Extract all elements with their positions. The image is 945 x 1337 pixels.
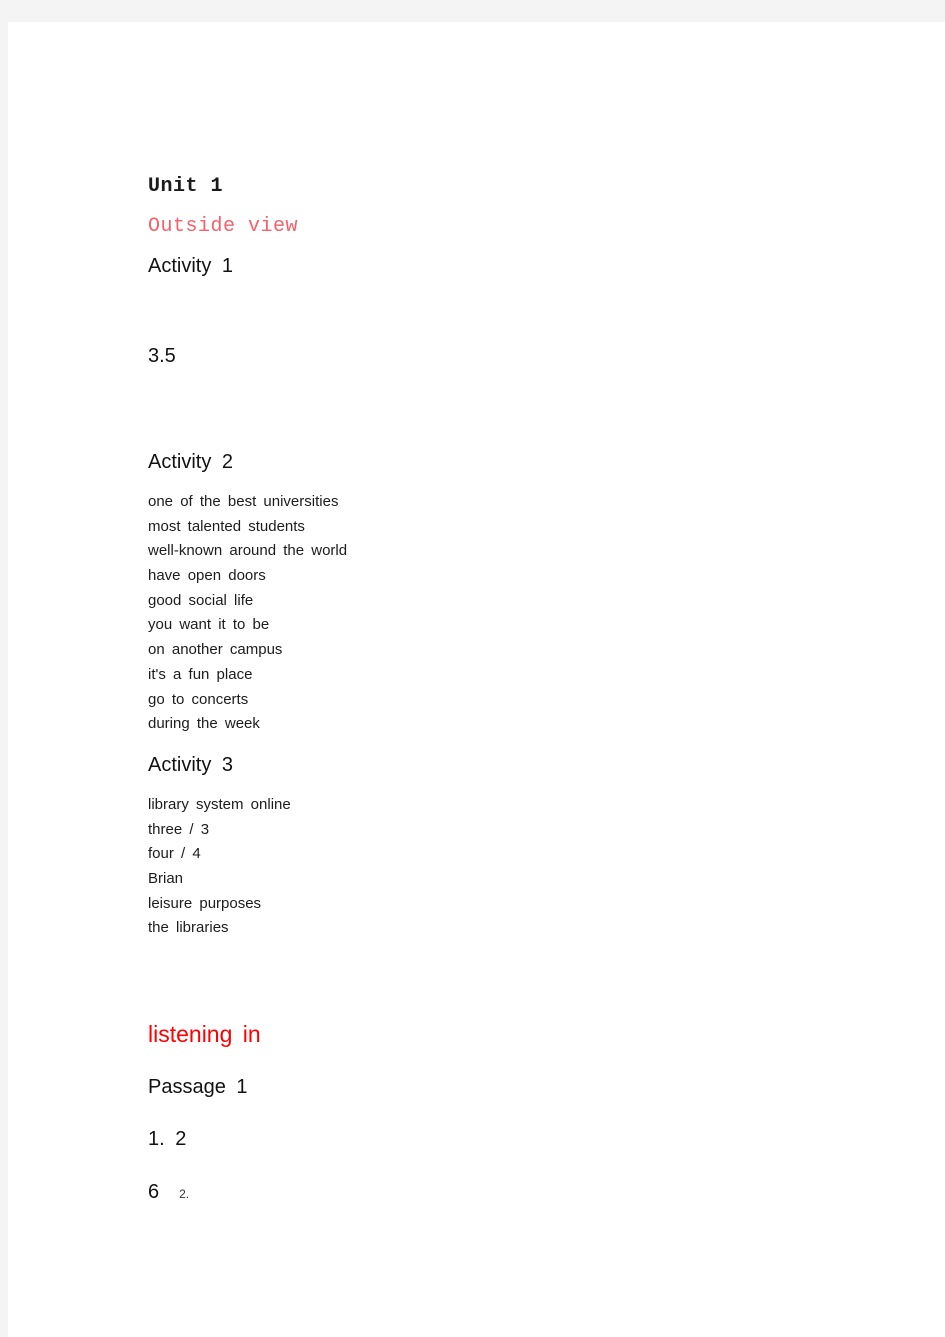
list-item: go to concerts: [148, 690, 249, 708]
activity-2-heading: Activity 2: [148, 451, 234, 473]
list-item: well-known around the world: [148, 542, 348, 560]
activity-1-heading: Activity 1: [148, 255, 234, 277]
list-item: during the week: [148, 715, 260, 733]
list-item: the libraries: [148, 919, 229, 937]
document-page: Unit 1 Outside view Activity 1 3.5 Activ…: [8, 22, 945, 1337]
answer-number-big: 6: [148, 1181, 160, 1203]
passage-1-heading: Passage 1: [148, 1076, 248, 1098]
list-item: four / 4: [148, 845, 201, 863]
list-item: leisure purposes: [148, 894, 262, 912]
section-heading-outside-view: Outside view: [148, 215, 299, 238]
list-item: library system online: [148, 795, 291, 813]
answer-number-small: 2.: [179, 1187, 190, 1201]
list-item: on another campus: [148, 641, 283, 659]
activity-1-answer: 3.5: [148, 345, 176, 367]
activity-3-heading: Activity 3: [148, 753, 234, 776]
document-content: Unit 1 Outside view Activity 1 3.5 Activ…: [148, 172, 848, 1207]
unit-title: Unit 1: [148, 175, 224, 198]
list-item: have open doors: [148, 567, 266, 585]
list-item: three / 3: [148, 820, 210, 838]
list-item: one of the best universities: [148, 493, 339, 510]
passage-1-last-line: 6 2.: [148, 1177, 848, 1207]
section-heading-listening-in: listening in: [148, 1021, 261, 1047]
list-item: it's a fun place: [148, 665, 253, 683]
activity-3-answer-list: library system online three / 3 four / 4…: [148, 793, 848, 941]
list-item: you want it to be: [148, 616, 270, 634]
list-item: Brian: [148, 869, 184, 887]
passage-1-answer-line: 1. 2: [148, 1128, 187, 1150]
list-item: most talented students: [148, 517, 305, 535]
list-item: good social life: [148, 591, 254, 609]
activity-2-answer-list: one of the best universities most talent…: [148, 490, 848, 737]
